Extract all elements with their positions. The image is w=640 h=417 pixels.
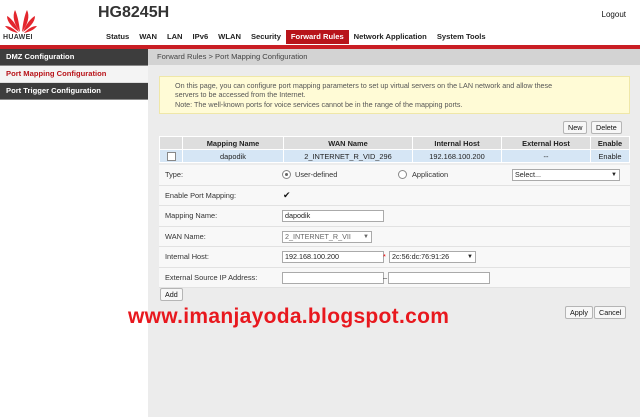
external-ip-end-input[interactable] <box>388 271 490 284</box>
sidebar: DMZ Configuration Port Mapping Configura… <box>0 49 148 417</box>
nav-wan[interactable]: WAN <box>134 30 162 44</box>
mapping-name-label: Mapping Name: <box>165 211 218 220</box>
wan-name-label: WAN Name: <box>165 231 206 241</box>
column-header-mapping-name: Mapping Name <box>182 136 284 150</box>
type-user-defined-label: User-defined <box>295 170 338 179</box>
form-row-type: Type: User-defined Application Select...… <box>159 165 630 186</box>
cell-wan-name: 2_INTERNET_R_VID_296 <box>283 149 413 163</box>
form-row-external-ip: External Source IP Address: – <box>159 267 630 288</box>
notice-line-3: Note: The well-known ports for voice ser… <box>175 99 463 109</box>
application-select[interactable]: Select... ▼ <box>512 169 620 181</box>
mac-address-select[interactable]: 2c:56:dc:76:91:26 ▼ <box>389 251 476 263</box>
breadcrumb: Forward Rules > Port Mapping Configurati… <box>148 49 640 65</box>
type-application-label: Application <box>412 170 449 179</box>
delete-button[interactable]: Delete <box>591 121 622 134</box>
row-checkbox[interactable] <box>166 151 176 161</box>
notice-line-1: On this page, you can configure port map… <box>175 81 553 90</box>
nav-lan[interactable]: LAN <box>162 30 188 44</box>
info-notice: On this page, you can configure port map… <box>159 76 630 114</box>
sidebar-item-dmz[interactable]: DMZ Configuration <box>0 49 148 66</box>
cancel-button[interactable]: Cancel <box>594 306 627 319</box>
row-select-cell <box>159 149 183 163</box>
cell-enable: Enable <box>590 149 630 163</box>
apply-button[interactable]: Apply <box>565 306 593 319</box>
form-row-internal-host: Internal Host: 192.168.100.200 * 2c:56:d… <box>159 247 630 268</box>
watermark-text: www.imanjayoda.blogspot.com <box>128 305 450 328</box>
table-row[interactable]: dapodik 2_INTERNET_R_VID_296 192.168.100… <box>159 149 630 163</box>
range-separator: – <box>383 272 388 282</box>
brand-name: HUAWEI <box>3 34 33 41</box>
enable-checkbox[interactable]: ✔ <box>283 190 291 199</box>
new-button[interactable]: New <box>563 121 588 134</box>
wan-name-select[interactable]: 2_INTERNET_R_VII ▼ <box>282 230 372 243</box>
column-header-external-host: External Host <box>501 136 591 150</box>
nav-network-application[interactable]: Network Application <box>349 30 432 44</box>
external-ip-label: External Source IP Address: <box>165 272 258 282</box>
cell-internal-host: 192.168.100.200 <box>412 149 502 163</box>
nav-ipv6[interactable]: IPv6 <box>188 30 214 44</box>
cell-mapping-name: dapodik <box>182 149 284 163</box>
internal-host-input[interactable]: 192.168.100.200 <box>282 251 384 263</box>
column-header-wan-name: WAN Name <box>283 136 413 150</box>
sidebar-item-port-trigger[interactable]: Port Trigger Configuration <box>0 83 148 100</box>
external-ip-start-input[interactable] <box>282 271 384 284</box>
form-row-enable: Enable Port Mapping: ✔ <box>159 185 630 206</box>
chevron-down-icon: ▼ <box>611 172 617 178</box>
add-button[interactable]: Add <box>160 288 183 301</box>
application-select-value: Select... <box>515 170 541 179</box>
internal-host-label: Internal Host: <box>165 252 209 261</box>
logout-link[interactable]: Logout <box>602 10 626 19</box>
mapping-name-input[interactable]: dapodik <box>282 210 384 222</box>
wan-name-select-value: 2_INTERNET_R_VII <box>285 231 351 241</box>
enable-label: Enable Port Mapping: <box>165 190 237 200</box>
type-label: Type: <box>165 170 184 179</box>
required-mark: * <box>383 252 386 261</box>
form-row-mapping-name: Mapping Name: dapodik <box>159 206 630 227</box>
nav-wlan[interactable]: WLAN <box>213 30 246 44</box>
select-column-header <box>159 136 183 150</box>
chevron-down-icon: ▼ <box>363 233 369 240</box>
mac-address-value: 2c:56:dc:76:91:26 <box>392 252 450 261</box>
mapping-form: Type: User-defined Application Select...… <box>159 165 630 288</box>
huawei-logo-icon <box>5 10 37 33</box>
mapping-table: Mapping Name WAN Name Internal Host Exte… <box>159 136 630 163</box>
top-header: HUAWEI HG8245H Logout Status WAN LAN IPv… <box>0 0 640 46</box>
nav-status[interactable]: Status <box>101 30 134 44</box>
main-nav: Status WAN LAN IPv6 WLAN Security Forwar… <box>101 30 491 44</box>
column-header-internal-host: Internal Host <box>412 136 502 150</box>
main-content: Forward Rules > Port Mapping Configurati… <box>148 49 640 417</box>
cell-external-host: -- <box>501 149 591 163</box>
form-row-wan-name: WAN Name: 2_INTERNET_R_VII ▼ <box>159 226 630 247</box>
table-header-row: Mapping Name WAN Name Internal Host Exte… <box>159 136 630 150</box>
sidebar-item-port-mapping[interactable]: Port Mapping Configuration <box>0 66 148 83</box>
nav-system-tools[interactable]: System Tools <box>432 30 491 44</box>
type-user-defined-radio[interactable] <box>282 170 291 179</box>
nav-security[interactable]: Security <box>246 30 286 44</box>
type-application-radio[interactable] <box>398 170 407 179</box>
device-model: HG8245H <box>98 4 170 21</box>
notice-line-2: servers to be accessed from the Internet… <box>175 90 306 100</box>
nav-forward-rules[interactable]: Forward Rules <box>285 30 349 44</box>
column-header-enable: Enable <box>590 136 630 150</box>
chevron-down-icon: ▼ <box>467 254 473 260</box>
